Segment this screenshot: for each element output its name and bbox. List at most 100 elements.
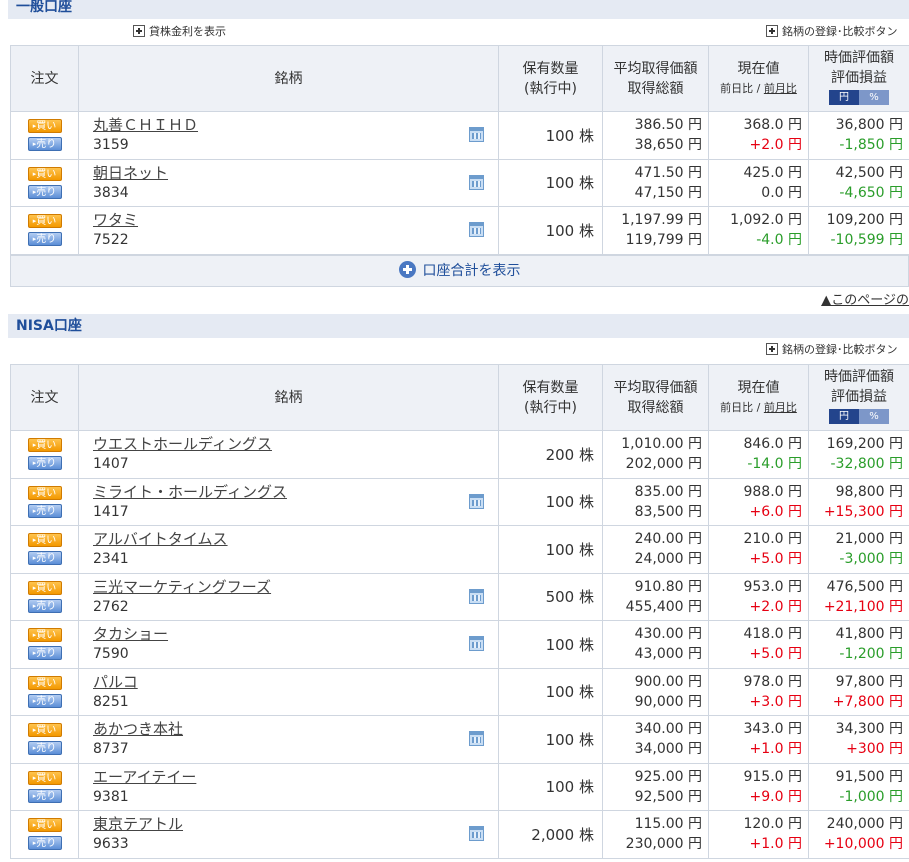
calendar-icon[interactable]: [469, 588, 484, 604]
avg-price-cell: 835.00 円 83,500 円: [602, 477, 709, 526]
stock-name-link[interactable]: 三光マーケティングフーズ: [93, 577, 498, 597]
current-price: 915.0 円: [743, 768, 802, 785]
stock-name-link[interactable]: ウエストホールディングス: [93, 434, 498, 454]
current-price: 846.0 円: [743, 436, 802, 453]
holding-row: ▸買い ▸売り タカショー 7590 100 株 430.00 円 43,000 円 418.…: [10, 620, 909, 669]
stock-cell: パルコ 8251: [78, 667, 499, 716]
buy-button[interactable]: ▸買い: [27, 770, 62, 785]
page-top-link[interactable]: ▲このページの: [821, 289, 909, 308]
general-account-title: 一般口座: [16, 0, 72, 15]
calendar-icon[interactable]: [469, 731, 484, 747]
calendar-icon[interactable]: [469, 493, 484, 509]
yen-percent-toggle[interactable]: 円%: [829, 408, 889, 429]
register-compare-link[interactable]: 銘柄の登録･比較ボタン: [766, 24, 898, 40]
buy-button[interactable]: ▸買い: [27, 166, 62, 181]
order-cell: ▸買い ▸売り: [10, 810, 79, 859]
plus-icon: [133, 25, 145, 37]
market-value: 97,800 円: [835, 673, 903, 690]
order-cell: ▸買い ▸売り: [10, 111, 79, 160]
buy-button[interactable]: ▸買い: [27, 675, 62, 690]
sell-button[interactable]: ▸売り: [27, 456, 62, 471]
price-cell: 120.0 円 +1.0 円: [708, 810, 809, 859]
current-price: 368.0 円: [743, 117, 802, 134]
price-header: 現在値 前日比 / 前月比: [708, 45, 809, 112]
register-compare-link[interactable]: 銘柄の登録･比較ボタン: [766, 342, 898, 358]
yen-toggle[interactable]: 円: [829, 408, 859, 424]
stock-name-link[interactable]: ミライト・ホールディングス: [93, 482, 498, 502]
holding-row: ▸買い ▸売り パルコ 8251 100 株 900.00 円 90,000 円 978.0 …: [10, 667, 909, 716]
stock-name-link[interactable]: タカショー: [93, 624, 498, 644]
sell-button[interactable]: ▸売り: [27, 232, 62, 247]
buy-button[interactable]: ▸買い: [27, 214, 62, 229]
show-account-total-button[interactable]: 口座合計を表示: [10, 255, 909, 287]
order-header: 注文: [10, 45, 79, 112]
quantity: 100 株: [498, 158, 603, 207]
calendar-icon[interactable]: [469, 127, 484, 143]
sell-button[interactable]: ▸売り: [27, 646, 62, 661]
sell-button[interactable]: ▸売り: [27, 693, 62, 708]
buy-button[interactable]: ▸買い: [27, 119, 62, 134]
holding-row: ▸買い ▸売り エーアイテイー 9381 100 株 925.00 円 92,500 円 91…: [10, 762, 909, 811]
prev-month-sort-link[interactable]: 前月比: [764, 82, 797, 95]
yen-percent-toggle[interactable]: 円%: [829, 89, 889, 110]
show-lending-rate-link[interactable]: 貸株金利を表示: [133, 24, 226, 40]
stock-cell: ワタミ 7522: [78, 206, 499, 255]
buy-button[interactable]: ▸買い: [27, 438, 62, 453]
buy-button[interactable]: ▸買い: [27, 533, 62, 548]
buy-button[interactable]: ▸買い: [27, 723, 62, 738]
holding-row: ▸買い ▸売り ミライト・ホールディングス 1417 100 株 835.00 円 83,5…: [10, 477, 909, 526]
avg-price-cell: 1,197.99 円 119,799 円: [602, 206, 709, 255]
stock-name-link[interactable]: あかつき本社: [93, 719, 498, 739]
order-cell: ▸買い ▸売り: [10, 430, 79, 479]
percent-toggle[interactable]: %: [859, 89, 889, 105]
sell-button[interactable]: ▸売り: [27, 137, 62, 152]
prev-month-sort-link[interactable]: 前月比: [764, 401, 797, 414]
sell-button[interactable]: ▸売り: [27, 836, 62, 851]
avg-price-cell: 240.00 円 24,000 円: [602, 525, 709, 574]
stock-name-link[interactable]: アルバイトタイムス: [93, 529, 498, 549]
day-change: +6.0 円: [749, 503, 802, 520]
stock-name-link[interactable]: エーアイテイー: [93, 767, 498, 787]
sell-button[interactable]: ▸売り: [27, 503, 62, 518]
stock-code: 7590: [93, 646, 129, 663]
day-change: +2.0 円: [749, 137, 802, 154]
stock-name-link[interactable]: 丸善ＣＨＩＨＤ: [93, 115, 498, 135]
yen-toggle[interactable]: 円: [829, 89, 859, 105]
quantity: 100 株: [498, 206, 603, 255]
avg-price: 340.00 円: [634, 721, 702, 738]
calendar-icon[interactable]: [469, 222, 484, 238]
stock-header: 銘柄: [78, 364, 499, 431]
price-header: 現在値 前日比 / 前月比: [708, 364, 809, 431]
total-cost: 119,799 円: [625, 232, 702, 249]
valuation-header: 時価評価額 評価損益 円%: [808, 45, 909, 112]
stock-name-link[interactable]: 東京テアトル: [93, 814, 498, 834]
buy-button[interactable]: ▸買い: [27, 580, 62, 595]
price-cell: 418.0 円 +5.0 円: [708, 620, 809, 669]
avg-price-cell: 925.00 円 92,500 円: [602, 762, 709, 811]
stock-code: 9381: [93, 788, 129, 805]
calendar-icon[interactable]: [469, 636, 484, 652]
holding-row: ▸買い ▸売り 丸善ＣＨＩＨＤ 3159 100 株 386.50 円 38,650 円 36…: [10, 111, 909, 160]
stock-name-link[interactable]: ワタミ: [93, 210, 498, 230]
buy-button[interactable]: ▸買い: [27, 485, 62, 500]
total-cost: 90,000 円: [634, 693, 702, 710]
sell-button[interactable]: ▸売り: [27, 741, 62, 756]
sell-button[interactable]: ▸売り: [27, 184, 62, 199]
calendar-icon[interactable]: [469, 826, 484, 842]
order-cell: ▸買い ▸売り: [10, 477, 79, 526]
buy-button[interactable]: ▸買い: [27, 818, 62, 833]
order-header: 注文: [10, 364, 79, 431]
sell-button[interactable]: ▸売り: [27, 598, 62, 613]
sell-button[interactable]: ▸売り: [27, 788, 62, 803]
percent-toggle[interactable]: %: [859, 408, 889, 424]
order-cell: ▸買い ▸売り: [10, 620, 79, 669]
stock-name-link[interactable]: 朝日ネット: [93, 163, 498, 183]
calendar-icon[interactable]: [469, 174, 484, 190]
valuation-cell: 42,500 円 -4,650 円: [808, 158, 909, 207]
sell-button[interactable]: ▸売り: [27, 551, 62, 566]
valuation-cell: 36,800 円 -1,850 円: [808, 111, 909, 160]
buy-button[interactable]: ▸買い: [27, 628, 62, 643]
stock-name-link[interactable]: パルコ: [93, 672, 498, 692]
holding-row: ▸買い ▸売り 東京テアトル 9633 2,000 株 115.00 円 230,000 円…: [10, 810, 909, 859]
stock-cell: 朝日ネット 3834: [78, 158, 499, 207]
